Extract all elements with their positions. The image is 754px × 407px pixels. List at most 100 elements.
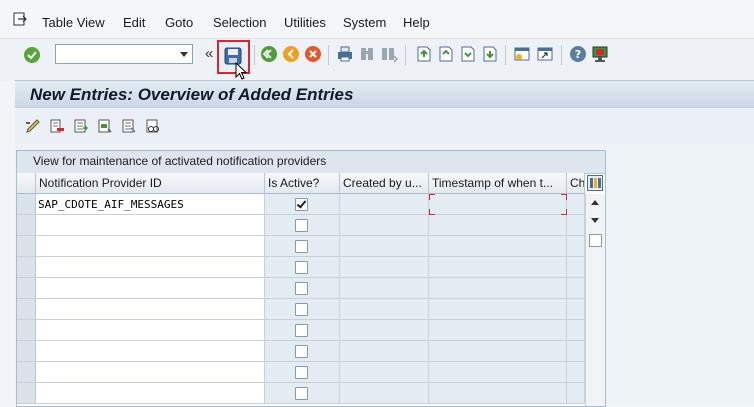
table-settings-icon[interactable] [587, 175, 603, 194]
find-next-icon[interactable] [379, 44, 399, 64]
cell-provider-id[interactable] [36, 341, 265, 362]
is-active-checkbox[interactable] [295, 303, 308, 316]
cell-is-active [265, 257, 340, 278]
column-header-timestamp[interactable]: Timestamp of when t... [429, 173, 567, 194]
menu-icon[interactable] [13, 12, 27, 26]
previous-page-icon[interactable] [435, 44, 455, 64]
is-active-checkbox[interactable] [295, 345, 308, 358]
menu-help[interactable]: Help [403, 15, 430, 30]
cell-timestamp [429, 320, 567, 341]
menu-utilities[interactable]: Utilities [284, 15, 326, 30]
cell-timestamp [429, 278, 567, 299]
cell-created-by [340, 215, 429, 236]
menu-table-view[interactable]: Table View [42, 15, 105, 30]
column-selector-corner[interactable] [17, 173, 36, 194]
scroll-up-icon[interactable] [591, 200, 599, 205]
toolbar-separator [328, 45, 329, 65]
menu-system[interactable]: System [343, 15, 386, 30]
is-active-checkbox[interactable] [295, 261, 308, 274]
row-selector[interactable] [17, 257, 36, 278]
cell-changed [567, 194, 585, 215]
cell-created-by [340, 257, 429, 278]
shortcut-icon[interactable] [535, 44, 555, 64]
column-header-created-by[interactable]: Created by u... [340, 173, 429, 194]
row-selector[interactable] [17, 341, 36, 362]
cell-is-active [265, 362, 340, 383]
row-selector[interactable] [17, 362, 36, 383]
cell-provider-id[interactable] [36, 320, 265, 341]
cell-is-active [265, 299, 340, 320]
select-block-icon[interactable] [97, 118, 113, 137]
scroll-thumb[interactable] [589, 234, 602, 247]
menu-selection[interactable]: Selection [213, 15, 266, 30]
delete-icon[interactable] [49, 118, 65, 137]
is-active-checkbox[interactable] [295, 324, 308, 337]
cell-timestamp [429, 215, 567, 236]
column-header-changed[interactable]: Cha [567, 173, 585, 194]
select-all-icon[interactable] [73, 118, 89, 137]
column-header-is-active[interactable]: Is Active? [265, 173, 340, 194]
scroll-down-icon[interactable] [591, 218, 599, 223]
menu-goto[interactable]: Goto [165, 15, 193, 30]
page-title: New Entries: Overview of Added Entries [30, 85, 354, 104]
cell-created-by [340, 299, 429, 320]
deselect-all-icon[interactable] [121, 118, 137, 137]
cell-created-by [340, 194, 429, 215]
enter-check-icon[interactable] [22, 45, 42, 65]
back-icon[interactable] [259, 44, 279, 64]
command-field[interactable] [55, 44, 193, 64]
row-selector[interactable] [17, 278, 36, 299]
command-input[interactable] [58, 46, 172, 62]
is-active-checkbox[interactable] [295, 366, 308, 379]
cell-changed [567, 278, 585, 299]
cell-provider-id[interactable]: SAP_CDOTE_AIF_MESSAGES [36, 194, 265, 215]
row-selector[interactable] [17, 236, 36, 257]
is-active-checkbox[interactable] [295, 240, 308, 253]
cell-provider-id[interactable] [36, 299, 265, 320]
first-page-icon[interactable] [413, 44, 433, 64]
cell-provider-id[interactable] [36, 383, 265, 404]
is-active-checkbox[interactable] [295, 198, 308, 211]
menu-edit[interactable]: Edit [123, 15, 145, 30]
cell-changed [567, 257, 585, 278]
row-selector[interactable] [17, 299, 36, 320]
row-selector[interactable] [17, 383, 36, 404]
is-active-checkbox[interactable] [295, 282, 308, 295]
menu-bar: Table View Edit Goto Selection Utilities… [0, 0, 754, 38]
is-active-checkbox[interactable] [295, 387, 308, 400]
is-active-checkbox[interactable] [295, 219, 308, 232]
cell-provider-id[interactable] [36, 278, 265, 299]
toolbar-separator [561, 45, 562, 65]
next-page-icon[interactable] [457, 44, 477, 64]
cell-is-active [265, 236, 340, 257]
cell-provider-id[interactable] [36, 362, 265, 383]
print-icon[interactable] [335, 44, 355, 64]
cell-created-by [340, 341, 429, 362]
vertical-scrollbar[interactable] [585, 194, 605, 406]
print-view-icon[interactable] [145, 118, 161, 137]
cell-provider-id[interactable] [36, 215, 265, 236]
cell-provider-id[interactable] [36, 236, 265, 257]
last-page-icon[interactable] [479, 44, 499, 64]
cell-changed [567, 236, 585, 257]
cancel-icon[interactable] [303, 44, 323, 64]
customize-layout-icon[interactable] [590, 44, 610, 64]
cell-timestamp [429, 299, 567, 320]
cell-is-active [265, 383, 340, 404]
row-selector[interactable] [17, 320, 36, 341]
cell-created-by [340, 383, 429, 404]
help-icon[interactable]: ? [568, 44, 588, 64]
table-header: View for maintenance of activated notifi… [17, 151, 605, 174]
row-selector[interactable] [17, 194, 36, 215]
change-display-icon[interactable] [25, 118, 41, 137]
exit-icon[interactable] [281, 44, 301, 64]
collapse-chevrons-icon[interactable]: « [205, 45, 213, 62]
row-selector[interactable] [17, 215, 36, 236]
find-icon[interactable] [357, 44, 377, 64]
cell-provider-id[interactable] [36, 257, 265, 278]
cell-created-by [340, 362, 429, 383]
toolbar-separator [405, 45, 406, 65]
command-dropdown-icon[interactable] [180, 52, 188, 57]
create-session-icon[interactable] [512, 44, 532, 64]
column-header-provider-id[interactable]: Notification Provider ID [36, 173, 265, 194]
